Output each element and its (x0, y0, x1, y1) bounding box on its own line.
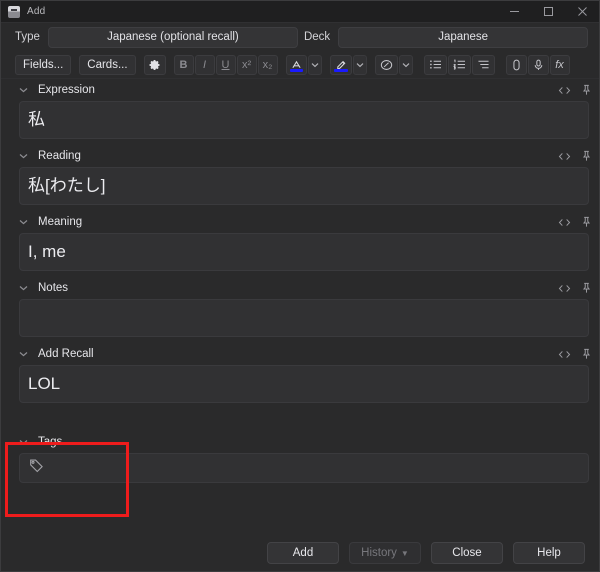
editor-toolbar: Fields... Cards... B I U x² x₂ fx (1, 51, 599, 79)
text-color-swatch (289, 68, 303, 72)
field-reading: Reading 私[わたし] (5, 145, 599, 205)
superscript-button[interactable]: x² (236, 54, 257, 75)
field-header: Notes (5, 277, 599, 299)
html-editor-icon[interactable] (558, 86, 571, 95)
field-list: Expression 私 Reading 私[わたし] Meaning I, m… (5, 79, 599, 483)
highlight-chevron-down-icon[interactable] (352, 54, 367, 75)
tags-label: Tags (38, 436, 63, 448)
eraser-chevron-down-icon[interactable] (398, 54, 413, 75)
window-title: Add (27, 6, 46, 17)
field-add-recall: Add Recall LOL (5, 343, 599, 403)
minimize-icon[interactable] (497, 1, 531, 23)
subscript-button[interactable]: x₂ (257, 54, 278, 75)
field-meaning: Meaning I, me (5, 211, 599, 271)
html-editor-icon[interactable] (558, 218, 571, 227)
mathjax-label: fx (555, 58, 564, 71)
pin-icon[interactable] (582, 216, 591, 228)
tags-input[interactable] (19, 453, 589, 483)
editor-body: Expression 私 Reading 私[わたし] Meaning I, m… (1, 79, 599, 535)
chevron-down-icon[interactable] (19, 439, 31, 445)
field-input-reading[interactable]: 私[わたし] (19, 167, 589, 205)
anki-icon (8, 5, 20, 18)
field-header: Meaning (5, 211, 599, 233)
field-header-icons (558, 348, 591, 360)
tag-icon (29, 458, 44, 478)
type-label: Type (15, 31, 40, 43)
close-icon[interactable] (565, 1, 599, 23)
bold-label: B (179, 58, 188, 71)
paperclip-icon[interactable] (505, 54, 527, 75)
notetype-selector-button[interactable]: Japanese (optional recall) (47, 26, 298, 48)
field-header-icons (558, 84, 591, 96)
pin-icon[interactable] (582, 348, 591, 360)
field-input-meaning[interactable]: I, me (19, 233, 589, 271)
fields-button[interactable]: Fields... (15, 54, 72, 75)
text-align-icon[interactable] (471, 54, 495, 75)
gear-icon[interactable] (143, 54, 166, 75)
title-bar: Add (1, 1, 599, 23)
chevron-down-icon[interactable] (19, 87, 31, 93)
bold-button[interactable]: B (173, 54, 194, 75)
html-editor-icon[interactable] (558, 152, 571, 161)
cards-button[interactable]: Cards... (79, 54, 136, 75)
field-name-label: Expression (38, 84, 95, 96)
field-expression: Expression 私 (5, 79, 599, 139)
deck-label: Deck (303, 31, 331, 43)
italic-label: I (203, 58, 207, 71)
text-color-chevron-down-icon[interactable] (307, 54, 322, 75)
underline-button[interactable]: U (215, 54, 236, 75)
add-button[interactable]: Add (267, 542, 339, 564)
field-input-expression[interactable]: 私 (19, 101, 589, 139)
list-group (423, 54, 495, 75)
chevron-down-icon[interactable] (19, 153, 31, 159)
field-header-icons (558, 282, 591, 294)
field-name-label: Meaning (38, 216, 83, 228)
field-name-label: Reading (38, 150, 81, 162)
pin-icon[interactable] (582, 84, 591, 96)
tags-section: Tags (5, 431, 599, 483)
help-button[interactable]: Help (513, 542, 585, 564)
chevron-down-icon[interactable] (19, 219, 31, 225)
field-header: Add Recall (5, 343, 599, 365)
tags-header: Tags (5, 431, 599, 453)
field-header-icons (558, 150, 591, 162)
html-editor-icon[interactable] (558, 284, 571, 293)
field-input-add-recall[interactable]: LOL (19, 365, 589, 403)
chevron-down-icon[interactable] (19, 351, 31, 357)
underline-label: U (221, 58, 230, 71)
maximize-icon[interactable] (531, 1, 565, 23)
history-button[interactable]: History ▼ (349, 542, 421, 564)
history-label: History (361, 547, 397, 559)
html-editor-icon[interactable] (558, 350, 571, 359)
pin-icon[interactable] (582, 150, 591, 162)
field-name-label: Add Recall (38, 348, 94, 360)
pin-icon[interactable] (582, 282, 591, 294)
field-header: Expression (5, 79, 599, 101)
add-note-window: Add Type Japanese (optional recall) Deck… (0, 0, 600, 572)
chevron-down-icon[interactable] (19, 285, 31, 291)
notetype-deck-row: Type Japanese (optional recall) Deck Jap… (1, 23, 599, 51)
dialog-footer: Add History ▼ Close Help (1, 535, 599, 571)
field-input-notes[interactable] (19, 299, 589, 337)
eraser-icon[interactable] (374, 54, 398, 75)
mathjax-button[interactable]: fx (549, 54, 570, 75)
field-name-label: Notes (38, 282, 69, 294)
italic-button[interactable]: I (194, 54, 215, 75)
field-header: Reading (5, 145, 599, 167)
highlight-color-swatch (333, 68, 348, 72)
highlighter-icon[interactable] (329, 54, 352, 75)
text-style-group: B I U x² x₂ (173, 54, 278, 75)
numbered-list-icon[interactable] (447, 54, 471, 75)
chevron-down-icon: ▼ (400, 548, 409, 558)
close-button[interactable]: Close (431, 542, 503, 564)
bullet-list-icon[interactable] (423, 54, 447, 75)
microphone-icon[interactable] (527, 54, 549, 75)
field-header-icons (558, 216, 591, 228)
deck-selector-button[interactable]: Japanese (338, 26, 589, 48)
text-color-icon[interactable] (285, 54, 307, 75)
field-notes: Notes (5, 277, 599, 337)
